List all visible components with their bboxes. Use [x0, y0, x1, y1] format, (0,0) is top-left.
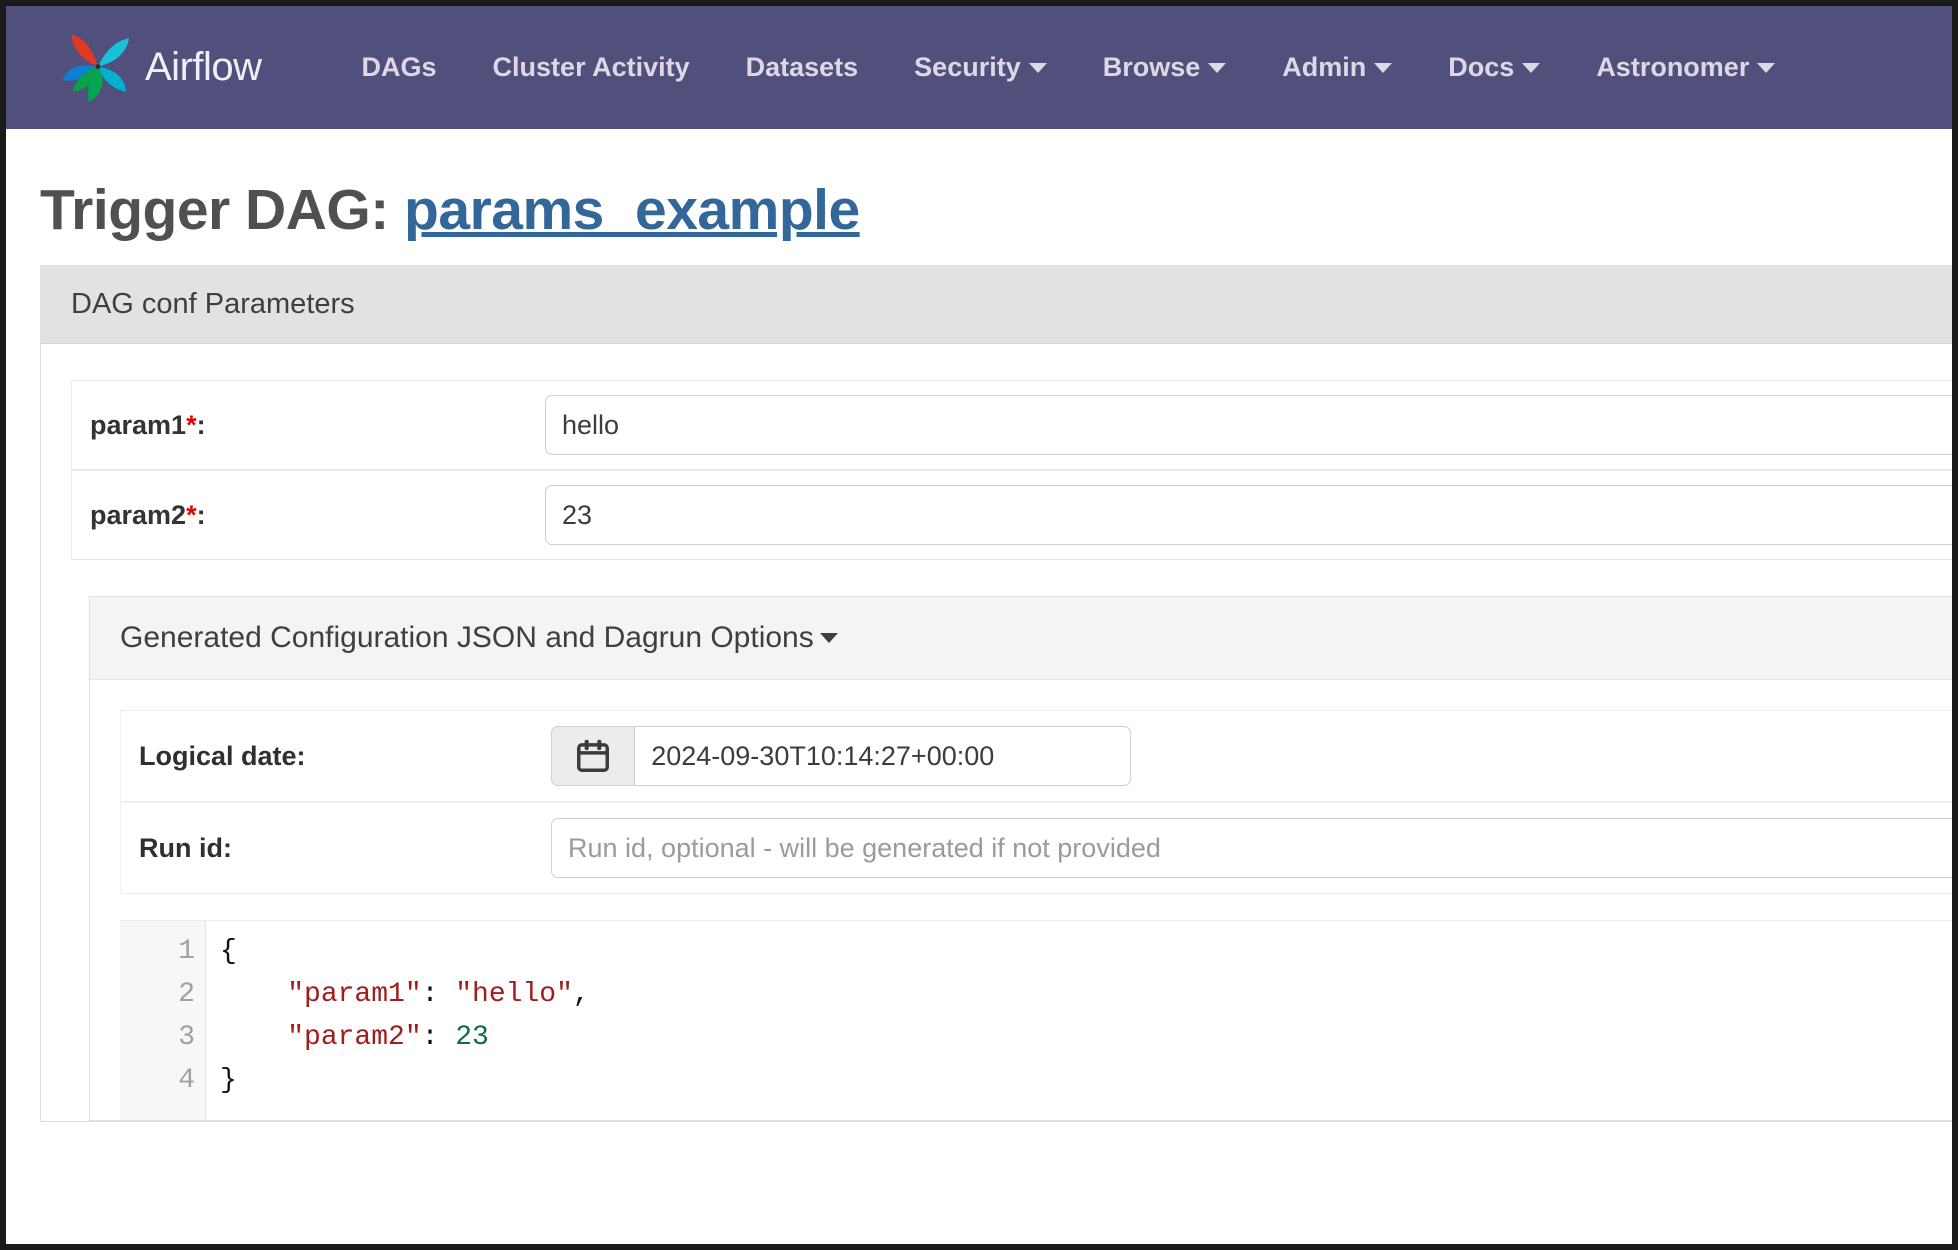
page-title: Trigger DAG: params_example — [40, 177, 1924, 243]
generated-config-body: Logical date: 2024-09-30T10:14:27+00:00 … — [90, 680, 1952, 1120]
form-row-logical-date: Logical date: — [120, 710, 1952, 802]
editor-code-area[interactable]: { "param1": "hello", "param2": 23} — [206, 921, 1952, 1120]
nav-item-label: Browse — [1102, 52, 1201, 82]
chevron-down-icon — [1028, 62, 1047, 73]
brand-label: Airflow — [145, 45, 262, 89]
browser-viewport: Airflow DAGs Cluster Activity Datasets S… — [6, 6, 1952, 1244]
nav-item-cluster-activity[interactable]: Cluster Activity — [465, 52, 718, 83]
nav-item-astronomer[interactable]: Astronomer — [1568, 52, 1803, 83]
editor-token: { — [220, 936, 237, 967]
nav-item-docs[interactable]: Docs — [1420, 52, 1568, 83]
editor-token: : — [421, 979, 456, 1010]
generated-config-panel: Generated Configuration JSON and Dagrun … — [89, 596, 1952, 1121]
run-id-control — [551, 818, 1952, 878]
chevron-down-icon — [819, 633, 838, 643]
editor-token: : — [421, 1022, 456, 1053]
nav-item-browse[interactable]: Browse — [1075, 52, 1255, 83]
nav-item-label: Security — [914, 52, 1021, 82]
dag-conf-parameters-body: param1*: param2*: — [41, 344, 1952, 1121]
nav-item-label: DAGs — [361, 52, 437, 82]
nav-item-dags[interactable]: DAGs — [334, 52, 465, 83]
editor-token: "param1" — [287, 979, 422, 1010]
editor-line-number: 2 — [178, 979, 195, 1010]
editor-line: "param2": 23 — [220, 1016, 1952, 1059]
chevron-down-icon — [1757, 62, 1776, 73]
form-row-run-id: Run id: — [120, 802, 1952, 894]
generated-config-header-text: Generated Configuration JSON and Dagrun … — [120, 621, 814, 654]
nav-item-admin[interactable]: Admin — [1254, 52, 1420, 83]
airflow-pinwheel-logo-icon — [61, 31, 135, 105]
param2-label-text: param2 — [90, 499, 187, 530]
nav-item-label: Astronomer — [1596, 52, 1750, 82]
logical-date-input-group — [551, 726, 1131, 786]
dag-name-link[interactable]: params_example — [404, 178, 860, 242]
page-content: Trigger DAG: params_example DAG conf Par… — [6, 177, 1952, 1122]
editor-line-number: 1 — [178, 936, 195, 967]
run-id-label: Run id: — [139, 832, 232, 863]
chevron-down-icon — [1208, 62, 1227, 73]
editor-line-number: 3 — [178, 1022, 195, 1053]
chevron-down-icon — [1374, 62, 1393, 73]
editor-line-numbers: 1 2 3 4 — [120, 921, 206, 1120]
nav-item-datasets[interactable]: Datasets — [718, 52, 887, 83]
editor-line: } — [220, 1059, 1952, 1102]
label-colon: : — [196, 409, 206, 440]
calendar-icon[interactable] — [551, 726, 635, 786]
editor-token: } — [220, 1065, 237, 1096]
logical-date-input[interactable] — [634, 726, 1131, 786]
dag-conf-parameters-header: DAG conf Parameters — [41, 266, 1952, 344]
logical-date-label: Logical date: — [139, 740, 306, 771]
nav-item-label: Datasets — [745, 52, 859, 82]
editor-line-number: 4 — [178, 1065, 195, 1096]
param1-control — [545, 395, 1952, 455]
param1-label-text: param1 — [90, 409, 187, 440]
required-marker: * — [186, 409, 197, 440]
generated-config-header: Generated Configuration JSON and Dagrun … — [90, 597, 1952, 680]
param1-label: param1*: — [90, 410, 545, 441]
form-row-param2: param2*: — [71, 470, 1952, 560]
nav-item-label: Docs — [1448, 52, 1515, 82]
param2-control — [545, 485, 1952, 545]
run-id-input[interactable] — [551, 818, 1952, 878]
editor-line: "param1": "hello", — [220, 973, 1952, 1016]
editor-token: "param2" — [287, 1022, 422, 1053]
generated-config-toggle[interactable]: Generated Configuration JSON and Dagrun … — [120, 621, 838, 655]
airflow-home-link[interactable]: Airflow — [61, 31, 262, 105]
nav-item-label: Cluster Activity — [492, 52, 690, 82]
nav-item-label: Admin — [1282, 52, 1367, 82]
nav-items: DAGs Cluster Activity Datasets Security … — [334, 52, 1804, 83]
editor-token: , — [572, 979, 590, 1010]
nav-item-security[interactable]: Security — [886, 52, 1075, 83]
required-marker: * — [186, 499, 197, 530]
form-row-param1: param1*: — [71, 380, 1952, 470]
editor-token: "hello" — [455, 979, 573, 1010]
main-navbar: Airflow DAGs Cluster Activity Datasets S… — [6, 6, 1952, 129]
param2-label: param2*: — [90, 500, 545, 531]
label-colon: : — [196, 499, 206, 530]
chevron-down-icon — [1522, 62, 1541, 73]
editor-line: { — [220, 930, 1952, 973]
dag-conf-parameters-panel: DAG conf Parameters param1*: param2*: — [40, 265, 1952, 1122]
conf-json-editor[interactable]: 1234 { "param1": "hello", "param2": 23} — [120, 920, 1952, 1120]
param2-input[interactable] — [545, 485, 1952, 545]
editor-token: 23 — [455, 1022, 489, 1053]
param1-input[interactable] — [545, 395, 1952, 455]
page-title-prefix: Trigger DAG: — [40, 178, 389, 242]
